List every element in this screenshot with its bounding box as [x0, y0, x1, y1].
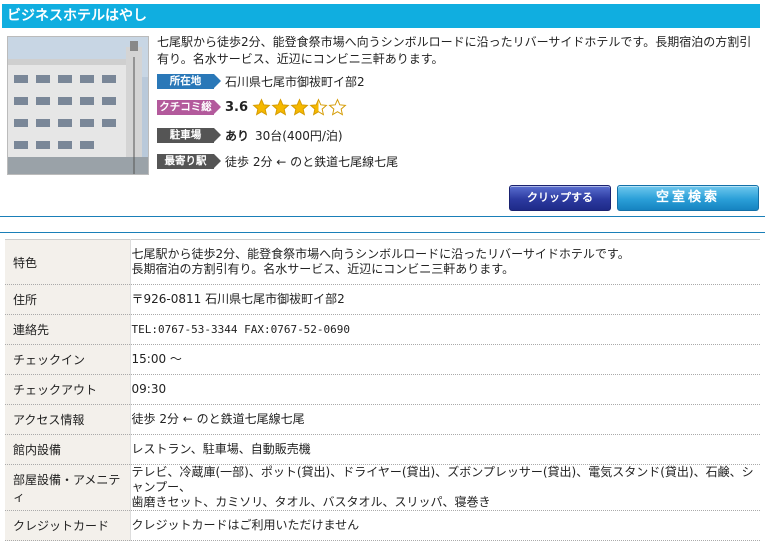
detail-row: クレジットカード クレジットカードはご利用いただけません — [5, 510, 760, 541]
detail-key: 館内設備 — [5, 434, 131, 465]
clip-button[interactable]: クリップする — [509, 185, 611, 211]
hotel-details-table: 特色 七尾駅から徒歩2分、能登食祭市場へ向うシンボルロードに沿ったリバーサイドホテ… — [5, 239, 760, 541]
detail-value: テレビ、冷蔵庫(一部)、ポット(貸出)、ドライヤー(貸出)、ズボンプレッサー(貸… — [130, 464, 760, 511]
detail-key: チェックアウト — [5, 374, 131, 405]
detail-value: 徒歩 2分 ← のと鉄道七尾線七尾 — [130, 404, 760, 435]
detail-value: 15:00 〜 — [130, 344, 760, 375]
detail-value: TEL:0767-53-3344 FAX:0767-52-0690 — [130, 314, 760, 345]
address-value: 石川県七尾市御祓町イ部2 — [225, 74, 365, 89]
detail-value-line: 〒926-0811 石川県七尾市御祓町イ部2 — [131, 292, 345, 306]
vacancy-search-button[interactable]: 空室検索 — [617, 185, 759, 211]
station-value: 徒歩 2分 ← のと鉄道七尾線七尾 — [225, 154, 399, 169]
rating-stars — [252, 97, 347, 117]
detail-row: 館内設備 レストラン、駐車場、自動販売機 — [5, 434, 760, 465]
detail-row: 特色 七尾駅から徒歩2分、能登食祭市場へ向うシンボルロードに沿ったリバーサイドホテ… — [5, 239, 760, 285]
detail-row: チェックアウト 09:30 — [5, 374, 760, 405]
detail-value: 〒926-0811 石川県七尾市御祓町イ部2 — [130, 284, 760, 315]
detail-value-line: 09:30 — [131, 382, 167, 396]
detail-key: 住所 — [5, 284, 131, 315]
detail-key: 部屋設備・アメニティ — [5, 464, 131, 511]
detail-value-line: 歯磨きセット、カミソリ、タオル、バスタオル、スリッパ、寝巻き — [131, 495, 491, 509]
station-row: 最寄り駅 徒歩 2分 ← のと鉄道七尾線七尾 — [157, 152, 398, 170]
detail-value-line: 15:00 〜 — [131, 352, 182, 366]
detail-key: クレジットカード — [5, 510, 131, 541]
address-tag: 所在地 — [157, 73, 221, 89]
detail-value-line: レストラン、駐車場、自動販売機 — [131, 442, 311, 456]
detail-value: 09:30 — [130, 374, 760, 405]
detail-value: クレジットカードはご利用いただけません — [130, 510, 760, 541]
detail-value-line: クレジットカードはご利用いただけません — [131, 518, 360, 532]
review-score: 3.6 — [225, 99, 249, 115]
address-row: 所在地 石川県七尾市御祓町イ部2 — [157, 72, 365, 90]
detail-value-line: 七尾駅から徒歩2分、能登食祭市場へ向うシンボルロードに沿ったリバーサイドホテルで… — [131, 247, 630, 261]
detail-key: アクセス情報 — [5, 404, 131, 435]
hotel-title: ビジネスホテルはやし — [2, 4, 760, 28]
detail-value-line: 徒歩 2分 ← のと鉄道七尾線七尾 — [131, 412, 305, 426]
detail-value-line: 長期宿泊の方割引有り。名水サービス、近辺にコンビニ三軒あります。 — [131, 262, 515, 276]
station-tag: 最寄り駅 — [157, 153, 221, 169]
detail-row: 住所 〒926-0811 石川県七尾市御祓町イ部2 — [5, 284, 760, 315]
review-row: クチコミ総合 3.6 — [157, 97, 347, 128]
star-full-icon — [290, 97, 309, 116]
parking-detail: 30台(400円/泊) — [255, 128, 343, 143]
detail-value: 七尾駅から徒歩2分、能登食祭市場へ向うシンボルロードに沿ったリバーサイドホテルで… — [130, 239, 760, 285]
star-full-icon — [271, 97, 290, 116]
hotel-photo[interactable] — [7, 36, 149, 175]
detail-value-line: TEL:0767-53-3344 FAX:0767-52-0690 — [131, 323, 351, 336]
parking-tag: 駐車場 — [157, 127, 221, 143]
detail-row: チェックイン 15:00 〜 — [5, 344, 760, 375]
star-empty-icon — [328, 97, 347, 116]
detail-value: レストラン、駐車場、自動販売機 — [130, 434, 760, 465]
parking-row: 駐車場 あり 30台(400円/泊) — [157, 126, 343, 144]
review-tag: クチコミ総合 — [157, 99, 221, 128]
hotel-building-image — [8, 37, 148, 174]
star-full-icon — [252, 97, 271, 116]
hotel-summary: 七尾駅から徒歩2分、能登食祭市場へ向うシンボルロードに沿ったリバーサイドホテルで… — [157, 35, 752, 66]
detail-key: チェックイン — [5, 344, 131, 375]
star-half-icon — [309, 97, 328, 116]
detail-row: 部屋設備・アメニティ テレビ、冷蔵庫(一部)、ポット(貸出)、ドライヤー(貸出)、… — [5, 464, 760, 511]
divider — [0, 232, 765, 233]
divider — [0, 216, 765, 217]
parking-availability: あり — [225, 128, 250, 143]
detail-key: 連絡先 — [5, 314, 131, 345]
detail-row: 連絡先 TEL:0767-53-3344 FAX:0767-52-0690 — [5, 314, 760, 345]
detail-key: 特色 — [5, 239, 131, 285]
detail-value-line: テレビ、冷蔵庫(一部)、ポット(貸出)、ドライヤー(貸出)、ズボンプレッサー(貸… — [131, 465, 754, 494]
detail-row: アクセス情報 徒歩 2分 ← のと鉄道七尾線七尾 — [5, 404, 760, 435]
